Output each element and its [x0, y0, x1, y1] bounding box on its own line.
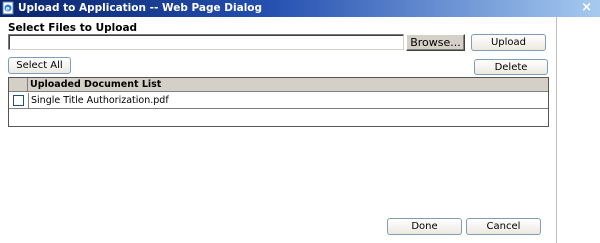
- header-checkbox-column: [9, 78, 28, 92]
- select-all-button[interactable]: Select All: [8, 57, 71, 74]
- table-row: Single Title Authorization.pdf: [9, 93, 548, 109]
- table-header: Uploaded Document List: [9, 78, 548, 92]
- title-bar: e Upload to Application -- Web Page Dial…: [0, 0, 600, 17]
- svg-text:e: e: [6, 6, 10, 13]
- window-title: Upload to Application -- Web Page Dialog: [18, 2, 263, 14]
- column-divider: [28, 93, 29, 108]
- dialog-body: Select Files to Upload Browse... Upload …: [0, 17, 556, 243]
- file-path-input[interactable]: [8, 34, 404, 50]
- section-title: Select Files to Upload: [8, 22, 138, 34]
- uploaded-document-table: Uploaded Document List Single Title Auth…: [8, 77, 549, 127]
- row-checkbox[interactable]: [13, 95, 24, 106]
- column-header-document: Uploaded Document List: [30, 79, 162, 90]
- dialog-side-panel: [556, 17, 600, 243]
- document-name[interactable]: Single Title Authorization.pdf: [31, 95, 169, 106]
- ie-page-icon: e: [2, 1, 15, 15]
- close-icon[interactable]: ×: [581, 0, 592, 15]
- cancel-button[interactable]: Cancel: [466, 218, 541, 235]
- done-button[interactable]: Done: [387, 218, 462, 235]
- delete-button[interactable]: Delete: [474, 59, 548, 75]
- browse-button[interactable]: Browse...: [406, 34, 465, 51]
- upload-button[interactable]: Upload: [471, 34, 546, 51]
